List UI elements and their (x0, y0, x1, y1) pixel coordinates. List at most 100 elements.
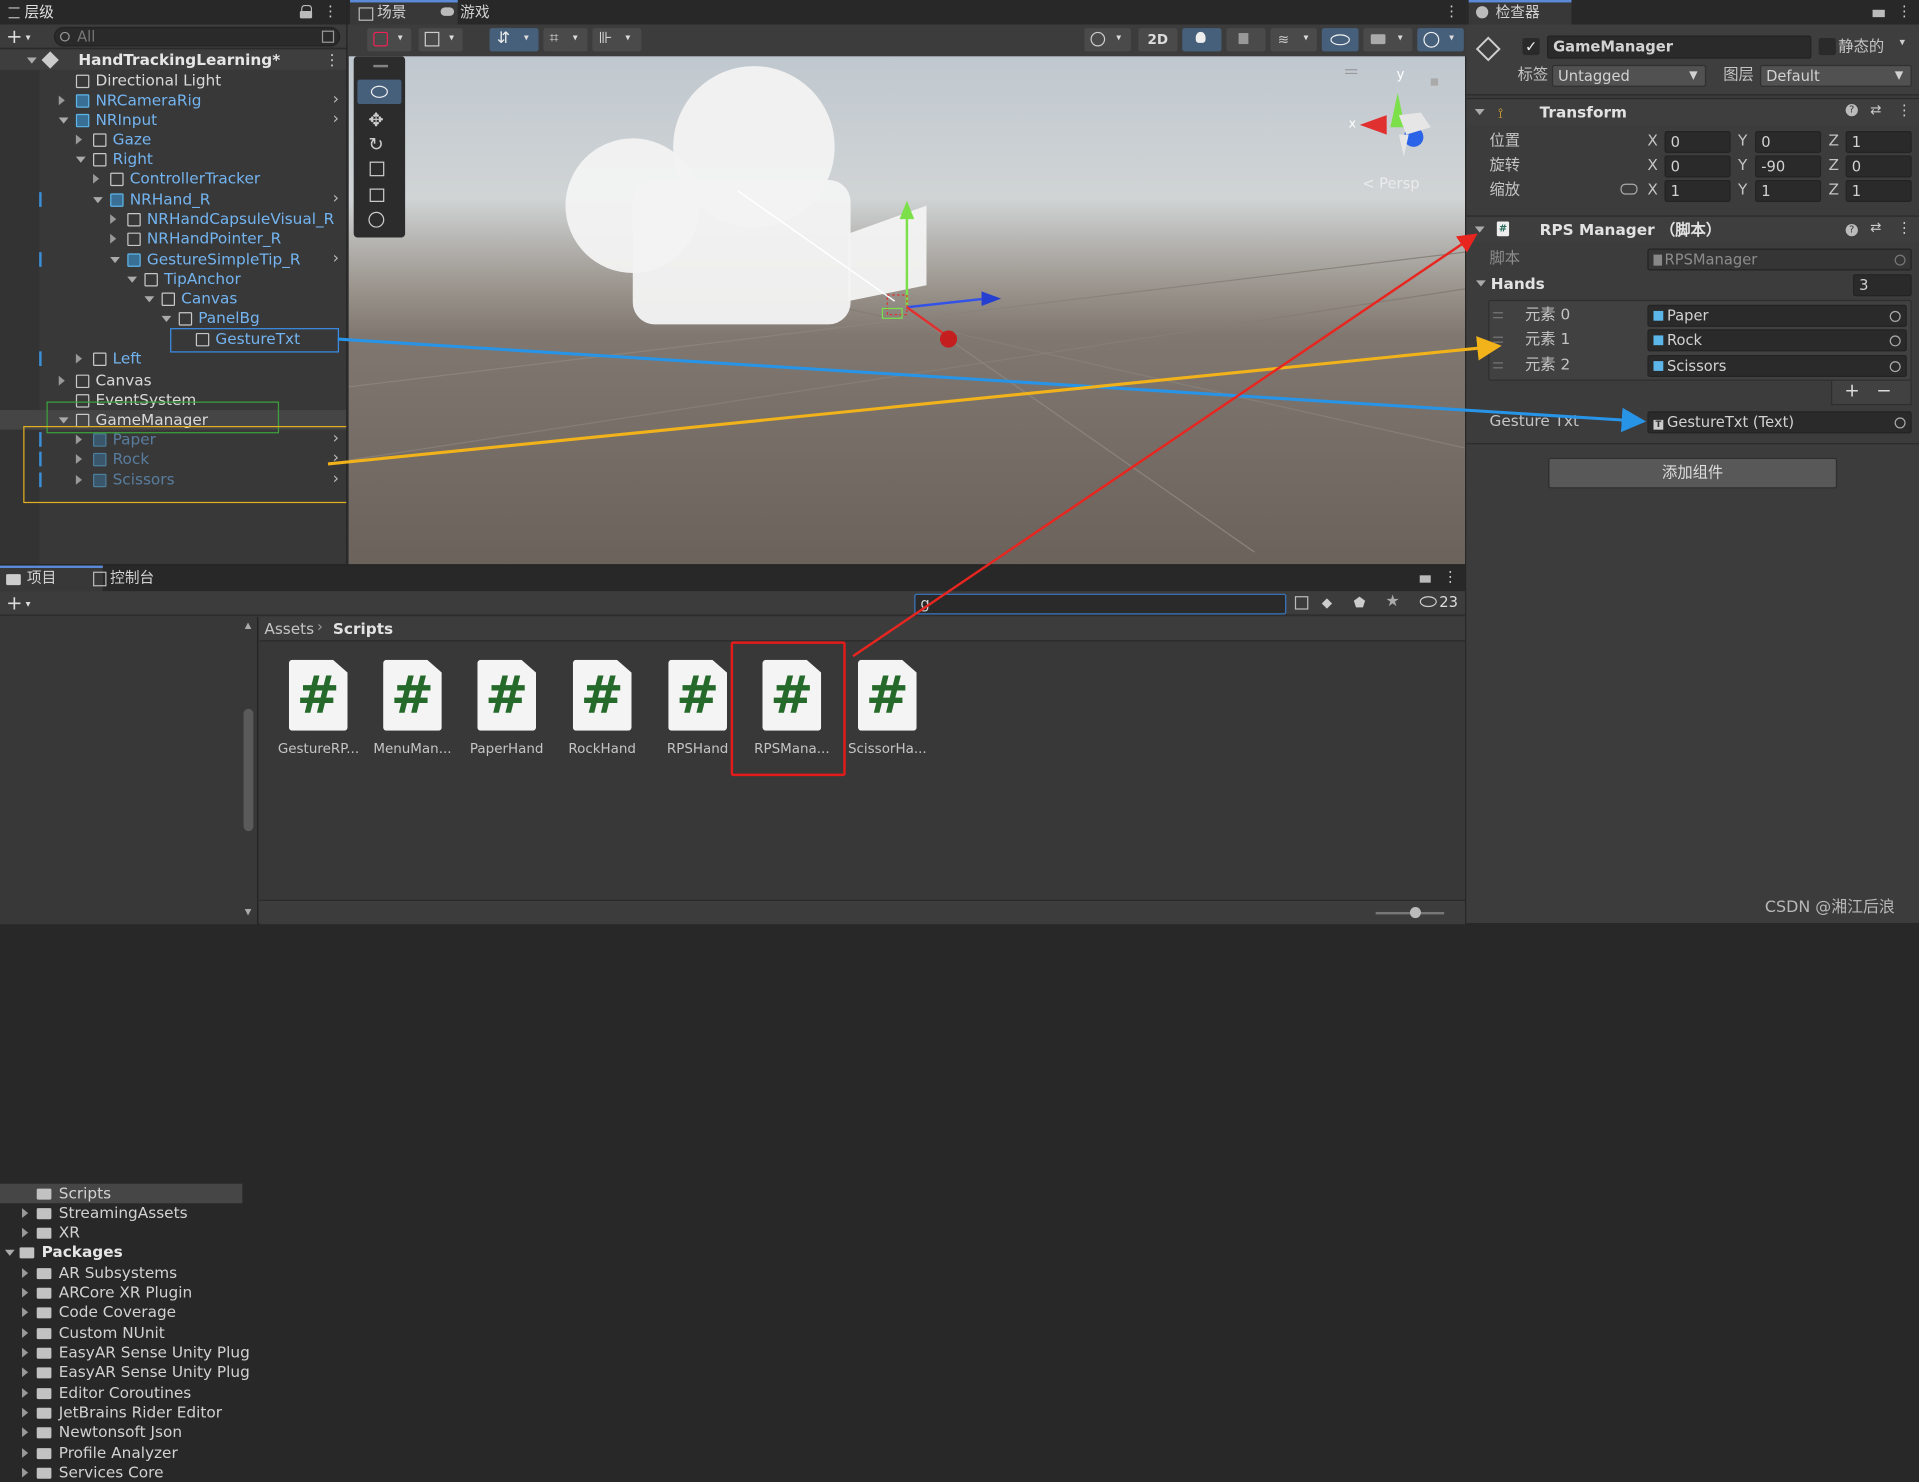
scene-menu-icon[interactable]: ⋮ (324, 50, 339, 70)
hierarchy-item[interactable]: NRHand_R › (0, 190, 346, 210)
hands-element-field[interactable]: Scissors (1647, 354, 1907, 378)
transform-tool-icon[interactable] (368, 211, 385, 228)
collapse-arrow-icon[interactable] (22, 1287, 29, 1298)
star-icon[interactable]: ★ (1385, 592, 1399, 610)
tab-console[interactable]: 控制台 (86, 566, 196, 590)
hierarchy-item[interactable]: NRInput › (0, 110, 346, 130)
rps-manager-header[interactable]: # RPS Manager （脚本） ? ⇄ ⋮ (1466, 215, 1919, 243)
constrain-proportions-icon[interactable] (1620, 183, 1638, 195)
hands-element-field[interactable]: Rock (1647, 329, 1907, 352)
hierarchy-item[interactable]: GestureSimpleTip_R › (0, 250, 346, 270)
view-tool-button[interactable] (357, 79, 402, 105)
expand-arrow-icon[interactable] (4, 1249, 15, 1256)
open-prefab-icon[interactable]: › (333, 250, 339, 270)
project-tree-item[interactable]: AR Subsystems (0, 1263, 242, 1283)
2d-button[interactable]: 2D (1138, 28, 1178, 52)
project-tree-item[interactable]: EasyAR Sense Unity Plug (0, 1362, 250, 1382)
hierarchy-item[interactable]: Right (0, 149, 346, 169)
expand-arrow-icon[interactable] (161, 315, 172, 322)
collapse-arrow-icon[interactable] (1474, 108, 1485, 116)
scene-viewport[interactable]: ✥ ↻ y x < Persp (348, 56, 1466, 565)
project-tree-item[interactable]: Newtonsoft Json (0, 1422, 242, 1442)
lighting-button[interactable] (1182, 28, 1222, 52)
project-tree-item[interactable]: Scripts (0, 1183, 243, 1204)
static-checkbox[interactable] (1818, 37, 1836, 56)
collapse-arrow-icon[interactable] (22, 1307, 29, 1318)
project-tree-item[interactable]: Editor Coroutines (0, 1383, 242, 1403)
tab-game[interactable]: 游戏 (436, 0, 534, 24)
transform-rotation-x-input[interactable]: 0 (1664, 155, 1731, 178)
collapse-arrow-icon[interactable] (93, 173, 100, 184)
collapse-arrow-icon[interactable] (58, 375, 65, 386)
effects-button[interactable]: ≋ ▾ (1270, 28, 1317, 52)
static-dropdown-icon[interactable]: ▾ (1899, 37, 1905, 49)
tag-icon[interactable]: ⬟ (1354, 595, 1366, 611)
help-icon[interactable]: ? (1845, 224, 1858, 237)
transform-rotation-z-input[interactable]: 0 (1845, 155, 1912, 178)
object-picker-icon[interactable] (1894, 254, 1906, 266)
more-icon[interactable]: ⋮ (1897, 2, 1912, 19)
collapse-arrow-icon[interactable] (22, 1227, 29, 1238)
script-asset[interactable]: # MenuMan... (372, 659, 453, 756)
breadcrumb-scripts[interactable]: Scripts (333, 619, 393, 637)
hierarchy-item[interactable]: TipAnchor (0, 269, 346, 289)
transform-scale-z-input[interactable]: 1 (1845, 179, 1912, 202)
collapse-arrow-icon[interactable] (110, 214, 117, 225)
camera-button[interactable]: ▾ (1363, 28, 1413, 52)
add-component-button[interactable]: 添加组件 (1548, 457, 1838, 489)
project-tree-item[interactable]: EasyAR Sense Unity Plug (0, 1343, 250, 1363)
transform-scale-y-input[interactable]: 1 (1755, 179, 1822, 202)
filter-type-icon[interactable]: ◆ (1322, 595, 1332, 611)
scroll-down-icon[interactable]: ▼ (245, 907, 252, 917)
layer-dropdown[interactable]: Default ▼ (1759, 64, 1912, 87)
collapse-arrow-icon[interactable] (22, 1467, 29, 1478)
reorder-handle-icon[interactable] (1493, 362, 1503, 369)
help-icon[interactable]: ? (1845, 104, 1858, 117)
hidden-packages-icon[interactable] (1419, 596, 1437, 608)
orientation-gizmo[interactable]: y x (1328, 56, 1465, 191)
draw-mode-button[interactable]: ▾ (367, 28, 412, 52)
preset-icon[interactable]: ⇄ (1870, 219, 1881, 235)
reorder-handle-icon[interactable] (1493, 312, 1503, 319)
hierarchy-item[interactable]: NRHandCapsuleVisual_R (0, 209, 346, 229)
collapse-arrow-icon[interactable] (22, 1208, 29, 1218)
collapse-arrow-icon[interactable] (22, 1448, 29, 1458)
gizmos-button[interactable]: ▾ (1417, 28, 1464, 52)
hierarchy-item[interactable]: Directional Light (0, 71, 346, 91)
script-asset[interactable]: # PaperHand (466, 659, 547, 756)
script-asset[interactable]: # ScissorHa... (847, 659, 928, 756)
scroll-up-icon[interactable]: ▲ (245, 621, 252, 631)
lock-icon[interactable] (1872, 9, 1885, 18)
hierarchy-search-input[interactable]: All (53, 26, 341, 47)
expand-arrow-icon[interactable] (58, 117, 69, 124)
project-tree-item[interactable]: ARCore XR Plugin (0, 1283, 242, 1303)
transform-position-y-input[interactable]: 0 (1755, 130, 1822, 154)
hidden-objects-button[interactable] (1321, 28, 1359, 52)
project-tree-item[interactable]: JetBrains Rider Editor (0, 1403, 242, 1423)
object-picker-icon[interactable] (1894, 417, 1906, 429)
collapse-arrow-icon[interactable] (75, 134, 83, 145)
collapse-arrow-icon[interactable] (22, 1407, 29, 1418)
hands-count-input[interactable]: 3 (1852, 274, 1912, 297)
object-picker-icon[interactable] (1889, 361, 1901, 373)
project-search-input[interactable]: g (914, 593, 1287, 615)
tree-scrollbar[interactable] (243, 708, 254, 832)
project-tree-item[interactable]: Custom NUnit (0, 1323, 242, 1343)
transform-header[interactable]: ⟟ Transform ? ⇄ ⋮ (1466, 97, 1919, 125)
transform-rotation-y-input[interactable]: -90 (1755, 155, 1822, 178)
hierarchy-item[interactable]: Gaze (0, 130, 346, 150)
script-asset[interactable]: # RPSMana... (751, 659, 832, 756)
transform-scale-x-input[interactable]: 1 (1664, 179, 1731, 202)
project-tree-item[interactable]: Code Coverage (0, 1302, 242, 1322)
collapse-arrow-icon[interactable] (58, 95, 65, 106)
hands-element-field[interactable]: Paper (1647, 304, 1907, 327)
active-checkbox[interactable]: ✓ (1522, 37, 1540, 56)
audio-button[interactable] (1226, 28, 1266, 52)
hierarchy-item[interactable]: NRCameraRig › (0, 91, 346, 111)
script-asset[interactable]: # RockHand (562, 659, 643, 756)
hierarchy-item[interactable]: Canvas (0, 371, 346, 391)
add-button[interactable]: + ▾ (6, 24, 30, 50)
expand-arrow-icon[interactable] (93, 197, 103, 204)
collapse-arrow-icon[interactable] (22, 1328, 29, 1338)
collapse-arrow-icon[interactable] (75, 353, 83, 364)
